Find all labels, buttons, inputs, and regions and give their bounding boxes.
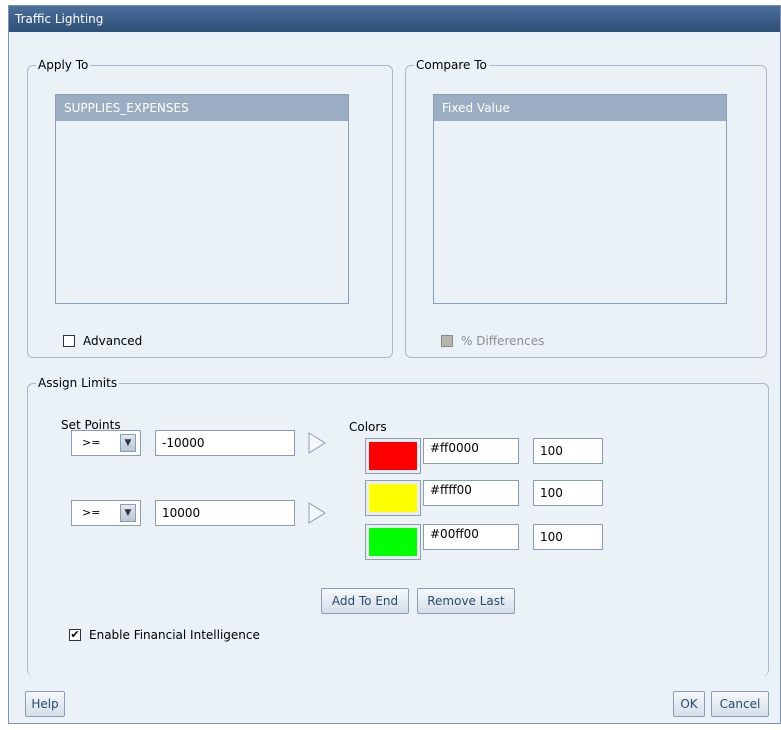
color-fill (369, 484, 417, 512)
enable-fi-checkbox-box[interactable]: ✔ (69, 629, 81, 641)
advanced-checkbox-box[interactable] (63, 335, 75, 347)
color-fill (369, 528, 417, 556)
advanced-checkbox[interactable]: Advanced (63, 334, 142, 348)
help-button[interactable]: Help (25, 691, 65, 717)
traffic-lighting-dialog: Traffic Lighting Apply To SUPPLIES_EXPEN… (8, 5, 781, 724)
set-point-input-1[interactable]: -10000 (155, 430, 295, 456)
enable-financial-intelligence-checkbox[interactable]: ✔ Enable Financial Intelligence (69, 628, 260, 642)
pct-differences-checkbox-box (441, 335, 453, 347)
color-swatch-red[interactable] (365, 438, 421, 474)
color-value-input-2[interactable]: 100 (533, 480, 603, 506)
pct-differences-checkbox: % Differences (441, 334, 544, 348)
compare-to-list[interactable]: Fixed Value (433, 94, 727, 304)
color-swatch-yellow[interactable] (365, 480, 421, 516)
apply-set-point-1-icon[interactable] (307, 432, 327, 454)
list-item[interactable]: SUPPLIES_EXPENSES (56, 95, 348, 121)
operator-value: >= (82, 436, 101, 449)
list-item[interactable]: Fixed Value (434, 95, 726, 121)
color-swatch-green[interactable] (365, 524, 421, 560)
add-to-end-button[interactable]: Add To End (321, 588, 409, 614)
color-hex-input-2[interactable]: #ffff00 (423, 480, 519, 506)
apply-to-list[interactable]: SUPPLIES_EXPENSES (55, 94, 349, 304)
ok-button[interactable]: OK (673, 691, 705, 717)
apply-set-point-2-icon[interactable] (307, 502, 327, 524)
background-edge (0, 0, 8, 730)
set-point-input-2[interactable]: 10000 (155, 500, 295, 526)
color-fill (369, 442, 417, 470)
dialog-title[interactable]: Traffic Lighting (9, 6, 780, 32)
chevron-down-icon[interactable]: ▼ (120, 434, 136, 452)
apply-to-legend: Apply To (38, 58, 89, 72)
advanced-label: Advanced (83, 334, 143, 348)
pct-differences-label: % Differences (461, 334, 545, 348)
chevron-down-icon[interactable]: ▼ (120, 504, 136, 522)
color-value-input-1[interactable]: 100 (533, 438, 603, 464)
operator-select-2[interactable]: >= ▼ (71, 500, 141, 526)
color-hex-input-3[interactable]: #00ff00 (423, 524, 519, 550)
operator-select-1[interactable]: >= ▼ (71, 430, 141, 456)
enable-fi-label: Enable Financial Intelligence (89, 628, 260, 642)
remove-last-button[interactable]: Remove Last (417, 588, 515, 614)
assign-limits-legend: Assign Limits (38, 376, 118, 390)
operator-value: >= (82, 506, 101, 519)
color-value-input-3[interactable]: 100 (533, 524, 603, 550)
color-hex-input-1[interactable]: #ff0000 (423, 438, 519, 464)
compare-to-legend: Compare To (416, 58, 487, 72)
cancel-button[interactable]: Cancel (711, 691, 769, 717)
colors-label: Colors (349, 420, 387, 434)
